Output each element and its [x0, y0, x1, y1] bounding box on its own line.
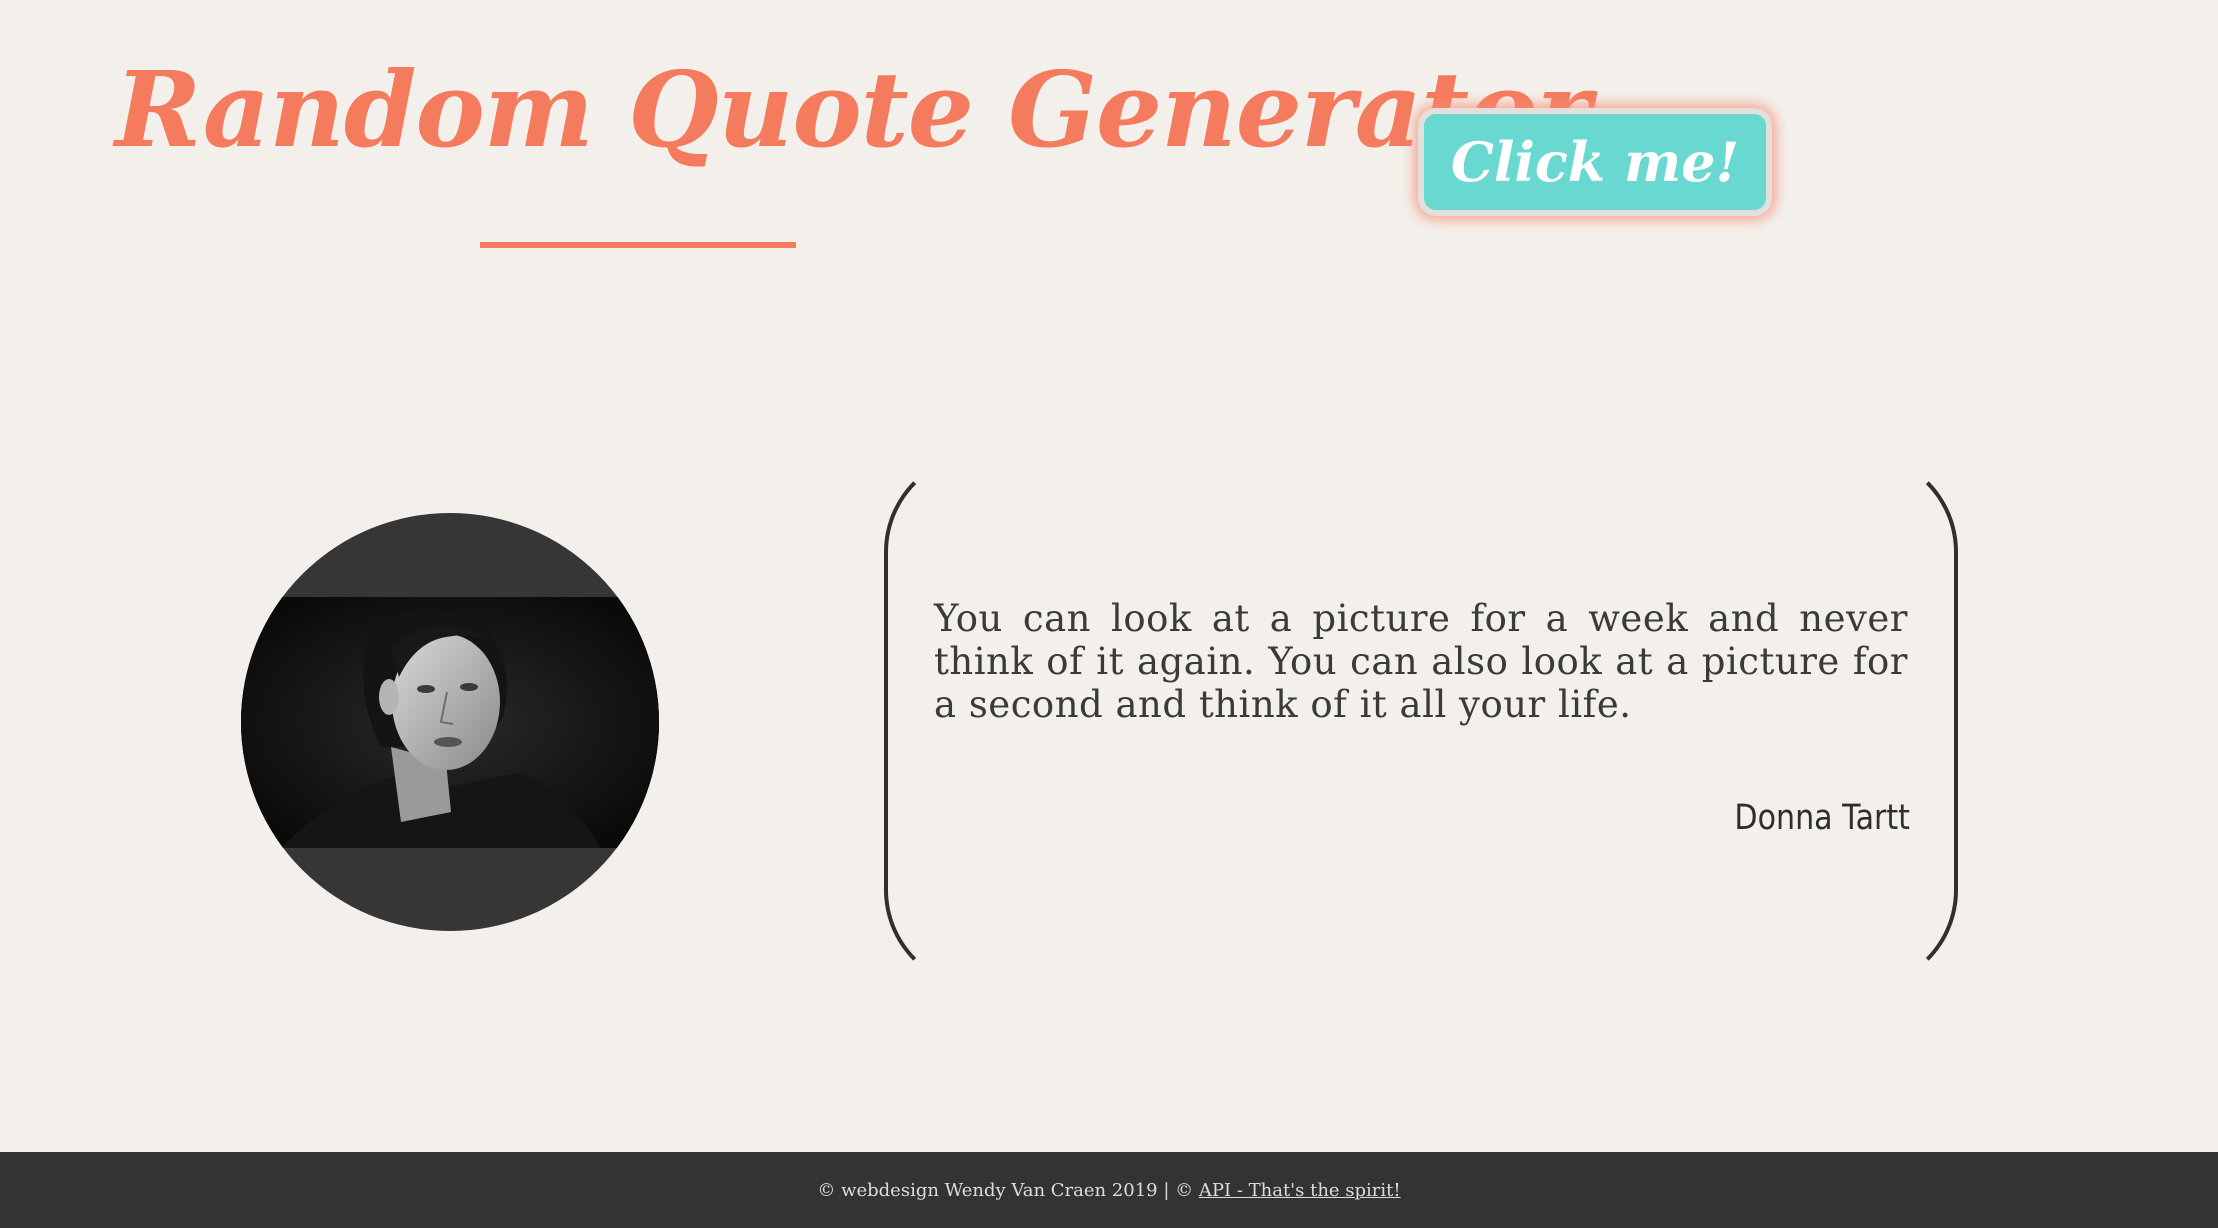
title-underline	[480, 242, 796, 248]
click-me-button[interactable]: Click me!	[1418, 108, 1772, 216]
footer: © webdesign Wendy Van Craen 2019 | © API…	[0, 1152, 2218, 1228]
page-title: Random Quote Generator	[115, 48, 1591, 171]
quote-author: Donna Tartt	[1734, 798, 1910, 838]
api-link[interactable]: API - That's the spirit!	[1199, 1180, 1401, 1201]
author-portrait	[241, 513, 659, 931]
author-photo	[241, 597, 659, 848]
portrait-photo-illustration	[241, 597, 659, 848]
quote-text: You can look at a picture for a week and…	[934, 597, 1908, 726]
footer-credit: © webdesign Wendy Van Craen 2019 | ©	[817, 1179, 1199, 1201]
